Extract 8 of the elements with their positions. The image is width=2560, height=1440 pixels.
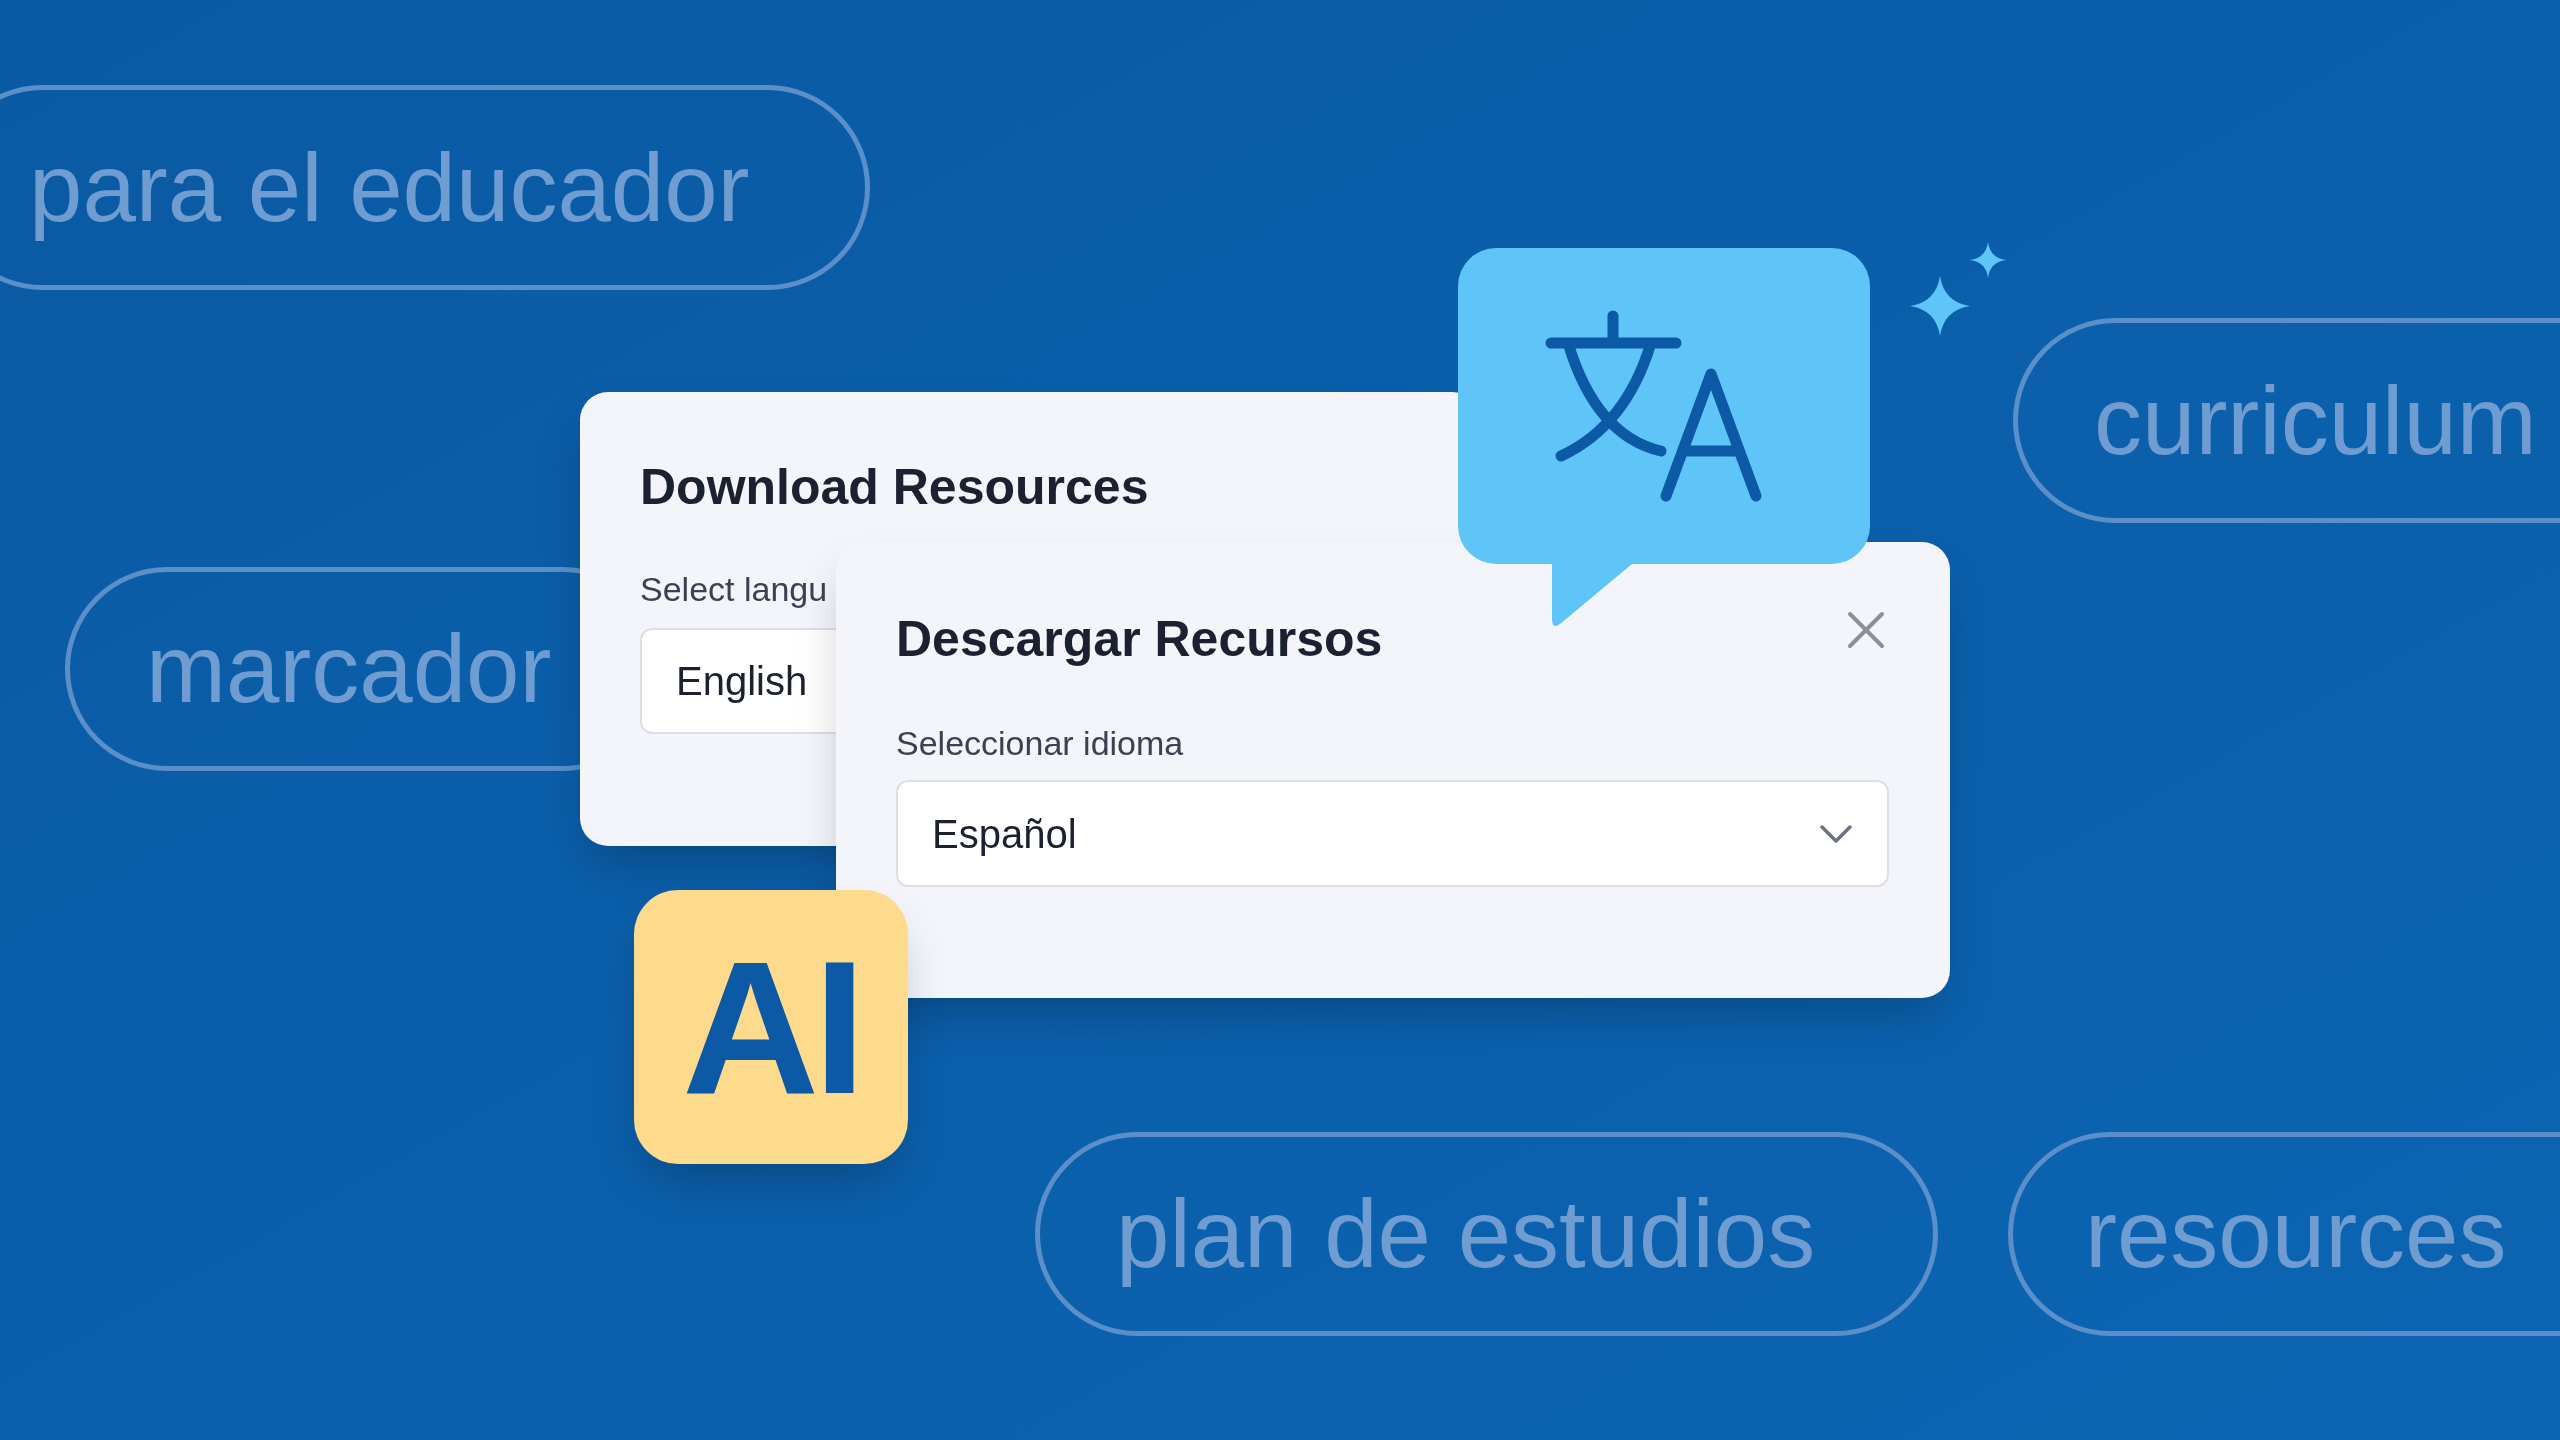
dialog-title: Descargar Recursos bbox=[896, 610, 1383, 669]
tag-pill: para el educador bbox=[0, 85, 870, 290]
ai-badge: AI bbox=[634, 890, 908, 1164]
tag-pill: curriculum bbox=[2013, 318, 2560, 523]
dialog-title: Download Resources bbox=[640, 458, 1149, 517]
tag-pill: plan de estudios bbox=[1035, 1132, 1938, 1336]
field-label: Seleccionar idioma bbox=[896, 723, 1184, 764]
tag-pill: resources bbox=[2008, 1132, 2560, 1336]
